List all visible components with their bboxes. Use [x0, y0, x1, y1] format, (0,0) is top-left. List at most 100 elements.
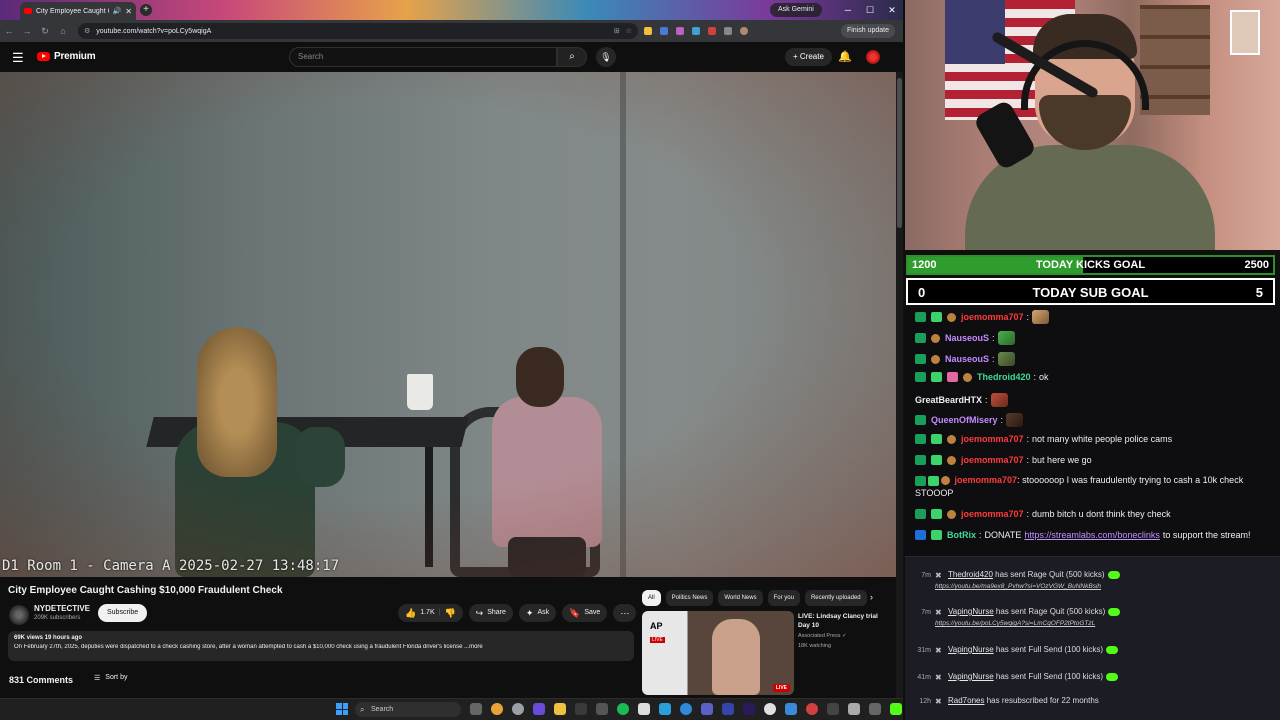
channel-name[interactable]: NYDETECTIVE: [34, 604, 90, 613]
like-button[interactable]: 👍 1.7K | 👎: [398, 604, 463, 622]
share-button[interactable]: ↪ Share: [468, 604, 513, 622]
kick-icon[interactable]: [890, 703, 902, 715]
bookmark-star-icon[interactable]: ☆: [626, 27, 632, 35]
extension-icon[interactable]: [708, 27, 716, 35]
event-username[interactable]: VapingNurse: [948, 645, 994, 654]
event-link[interactable]: https://youtu.be/ma9ex8_Pvhw?si=VOzVGW_B…: [935, 583, 1101, 590]
event-username[interactable]: VapingNurse: [948, 607, 994, 616]
chip-for-you[interactable]: For you: [767, 590, 800, 606]
windows-start-icon[interactable]: [336, 703, 348, 715]
chat-username[interactable]: NauseouS: [945, 354, 989, 364]
extensions-puzzle-icon[interactable]: [724, 27, 732, 35]
app-icon[interactable]: [869, 703, 881, 715]
microphone-icon[interactable]: 🎙: [596, 47, 616, 67]
video-player[interactable]: D1 Room 1 - Camera A 2025-02-27 13:48:17: [0, 72, 896, 577]
thumbs-down-icon[interactable]: 👎: [444, 604, 455, 622]
extension-icon[interactable]: [676, 27, 684, 35]
search-input[interactable]: Search: [289, 47, 557, 67]
speaker-icon[interactable]: 🔊: [113, 7, 122, 15]
close-window-icon[interactable]: ✕: [881, 0, 903, 20]
site-info-icon[interactable]: ⚙: [84, 27, 90, 35]
video-description[interactable]: 69K views 19 hours ago On February 27th,…: [8, 631, 634, 661]
teams-icon[interactable]: [701, 703, 713, 715]
chat-username[interactable]: joemomma707: [961, 509, 1024, 519]
channel-avatar[interactable]: [9, 605, 29, 625]
recommended-video-channel[interactable]: Associated Press ✓: [798, 633, 847, 639]
premiere-icon[interactable]: [743, 703, 755, 715]
browser-tab[interactable]: City Employee Caught Cashi 🔊 ✕: [20, 2, 136, 20]
browser-window: City Employee Caught Cashi 🔊 ✕ + Ask Gem…: [0, 0, 903, 700]
home-icon[interactable]: ⌂: [54, 26, 72, 36]
account-avatar[interactable]: [866, 50, 880, 64]
ask-gemini-button[interactable]: Ask Gemini: [770, 3, 822, 17]
chip-all[interactable]: All: [642, 590, 661, 606]
chat-username[interactable]: QueenOfMisery: [931, 415, 998, 425]
chat-username[interactable]: joemomma707: [955, 475, 1018, 485]
app-icon[interactable]: [848, 703, 860, 715]
back-icon[interactable]: ←: [0, 26, 18, 36]
youtube-logo[interactable]: Premium: [37, 51, 96, 62]
finish-update-button[interactable]: Finish update: [840, 24, 895, 38]
chat-username[interactable]: joemomma707: [961, 455, 1024, 465]
more-actions-button[interactable]: ⋯: [613, 604, 637, 622]
chat-username[interactable]: NauseouS: [945, 333, 989, 343]
event-username[interactable]: VapingNurse: [948, 672, 994, 681]
notifications-bell-icon[interactable]: 🔔: [838, 50, 852, 63]
ask-button[interactable]: ✦ Ask: [518, 604, 557, 622]
extension-icon[interactable]: [644, 27, 652, 35]
close-tab-icon[interactable]: ✕: [125, 7, 132, 16]
install-icon[interactable]: ⊞: [614, 27, 620, 35]
app-icon[interactable]: [722, 703, 734, 715]
chat-link[interactable]: https://streamlabs.com/boneclinks: [1024, 530, 1160, 540]
app-icon[interactable]: [785, 703, 797, 715]
maximize-icon[interactable]: ☐: [859, 0, 881, 20]
edge-icon[interactable]: [680, 703, 692, 715]
forward-icon[interactable]: →: [18, 26, 36, 36]
chip-recently-uploaded[interactable]: Recently uploaded: [804, 590, 867, 606]
create-button[interactable]: + Create: [785, 48, 832, 66]
url-text[interactable]: youtube.com/watch?v=poLCy5wqigA: [96, 28, 211, 35]
map-pin-icon[interactable]: [806, 703, 818, 715]
chat-username[interactable]: joemomma707: [961, 434, 1024, 444]
event-username[interactable]: Thedroid420: [948, 570, 993, 579]
spotify-icon[interactable]: [617, 703, 629, 715]
extension-icon[interactable]: [660, 27, 668, 35]
save-button[interactable]: 🔖 Save: [562, 604, 608, 622]
chrome-icon[interactable]: [491, 703, 503, 715]
chat-username[interactable]: BotRix: [947, 530, 976, 540]
camera-icon[interactable]: [596, 703, 608, 715]
excel-icon[interactable]: [575, 703, 587, 715]
app-icon[interactable]: [827, 703, 839, 715]
obs-icon[interactable]: [533, 703, 545, 715]
new-tab-button[interactable]: +: [140, 4, 152, 16]
recommended-video-thumbnail[interactable]: AP LIVE LIVE: [642, 611, 794, 695]
profile-icon[interactable]: [740, 27, 748, 35]
event-username[interactable]: Rad7ones: [948, 696, 984, 705]
kick-pill-icon: [1106, 645, 1119, 654]
subscribe-button[interactable]: Subscribe: [98, 604, 148, 622]
recommended-video-title[interactable]: LIVE: Lindsay Clancy trial Day 10: [798, 612, 888, 630]
minimize-icon[interactable]: ─: [837, 0, 859, 20]
page-scrollbar[interactable]: [896, 72, 903, 700]
reload-icon[interactable]: ↻: [36, 26, 54, 37]
app-icon[interactable]: [638, 703, 650, 715]
menu-icon[interactable]: ☰: [12, 50, 24, 66]
chip-politics-news[interactable]: Politics News: [665, 590, 714, 606]
app-icon[interactable]: [764, 703, 776, 715]
chat-username[interactable]: GreatBeardHTX: [915, 395, 982, 405]
chevron-right-icon[interactable]: ›: [870, 592, 873, 602]
taskbar-search-input[interactable]: Search: [355, 702, 461, 717]
chat-username[interactable]: joemomma707: [961, 312, 1024, 322]
search-icon[interactable]: ⌕: [557, 47, 587, 67]
badge-icon: [931, 372, 942, 382]
telegram-icon[interactable]: [659, 703, 671, 715]
sort-comments-button[interactable]: ☰ Sort by: [94, 674, 127, 682]
task-view-icon[interactable]: [470, 703, 482, 715]
chip-world-news[interactable]: World News: [718, 590, 763, 606]
chrome-icon[interactable]: [512, 703, 524, 715]
omnibox[interactable]: ⚙ youtube.com/watch?v=poLCy5wqigA ⊞ ☆: [78, 23, 638, 39]
file-explorer-icon[interactable]: [554, 703, 566, 715]
event-link[interactable]: https://youtu.be/poLCy5wqigA?si=LmCqOFP2…: [935, 620, 1095, 627]
chat-username[interactable]: Thedroid420: [977, 372, 1031, 382]
extension-icon[interactable]: [692, 27, 700, 35]
